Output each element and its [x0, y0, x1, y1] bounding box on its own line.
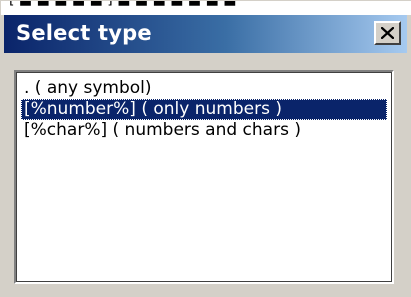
list-item-numbers-and-chars[interactable]: [%char%] ( numbers and chars ): [21, 120, 387, 141]
close-button[interactable]: [374, 21, 401, 45]
title-bar[interactable]: Select type: [4, 15, 407, 53]
list-item-any-symbol[interactable]: . ( any symbol): [21, 78, 387, 99]
list-item-only-numbers[interactable]: [%number%] ( only numbers ): [21, 99, 387, 120]
top-clipped-text: [ ■ ■ ■ ■ ■ ] ■ ■ ■ ■ ■ ■ ■: [9, 1, 237, 8]
dialog-title: Select type: [16, 21, 152, 45]
close-icon: [381, 27, 394, 39]
top-clipped-strip: [ ■ ■ ■ ■ ■ ] ■ ■ ■ ■ ■ ■ ■: [1, 1, 411, 15]
type-listbox[interactable]: . ( any symbol) [%number%] ( only number…: [14, 70, 394, 284]
select-type-dialog: [ ■ ■ ■ ■ ■ ] ■ ■ ■ ■ ■ ■ ■ Select type …: [0, 0, 411, 297]
